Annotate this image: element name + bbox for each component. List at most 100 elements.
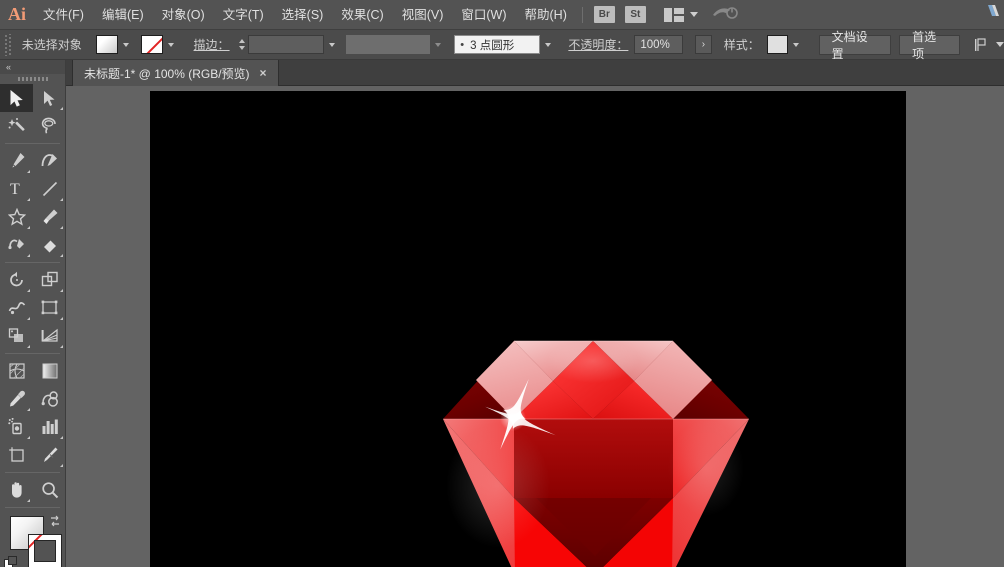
document-setup-button[interactable]: 文档设置 [818,30,892,61]
workspace-switcher-icon[interactable] [712,4,738,25]
graphic-style-dropdown[interactable] [788,35,805,54]
tools-panel-grip[interactable] [0,74,65,84]
slice-tool[interactable] [33,441,66,469]
stroke-weight-stepper[interactable] [236,35,249,54]
zoom-tool[interactable] [33,476,66,504]
app-logo-icon: Ai [8,4,26,24]
menu-help[interactable]: 帮助(H) [516,0,576,30]
menu-window[interactable]: 窗口(W) [452,0,515,30]
magic-wand-tool[interactable] [0,112,33,140]
menu-divider [581,6,583,23]
bridge-button[interactable]: Br [593,6,615,23]
stock-button[interactable]: St [624,6,646,23]
tools-divider [5,353,60,354]
hand-tool[interactable] [0,476,33,504]
eraser-tool[interactable] [33,231,66,259]
tools-panel: « T [0,60,66,567]
arrange-documents-button[interactable] [657,7,698,22]
tools-grid-2: T [0,147,65,259]
fill-stroke-proxy [0,512,65,567]
stroke-dropdown-button[interactable] [162,35,180,54]
menu-type[interactable]: 文字(T) [214,0,273,30]
tools-divider [5,143,60,144]
artboard[interactable] [150,91,906,567]
shape-tool[interactable] [0,203,33,231]
type-tool[interactable]: T [0,175,33,203]
menu-edit[interactable]: 编辑(E) [93,0,153,30]
rotate-tool[interactable] [0,266,33,294]
tools-divider [5,472,60,473]
brush-definition-value: 3 点圆形 [470,39,515,52]
menu-view[interactable]: 视图(V) [393,0,453,30]
menu-select[interactable]: 选择(S) [273,0,333,30]
blend-tool[interactable] [33,385,66,413]
close-icon[interactable]: × [260,67,267,79]
document-tab-bar: 未标题-1* @ 100% (RGB/预览) × [0,60,1004,86]
brush-definition-input[interactable]: • 3 点圆形 [454,35,540,54]
eyedropper-tool[interactable] [0,385,33,413]
collapse-icon: « [6,62,11,72]
align-to-pixel-grid-button[interactable] [974,37,1004,52]
artboard-tool[interactable] [0,441,33,469]
style-label: 样式： [723,38,760,52]
line-segment-tool[interactable] [33,175,66,203]
document-tab[interactable]: 未标题-1* @ 100% (RGB/预览) × [72,60,279,86]
stroke-weight-input[interactable] [248,35,325,54]
align-to-pixel-grid-icon [975,37,986,51]
column-graph-tool[interactable] [33,413,66,441]
pen-tool[interactable] [0,147,33,175]
lasso-tool[interactable] [33,112,66,140]
stroke-inner-box [34,540,56,562]
selection-tool[interactable] [0,84,33,112]
fill-swatch[interactable] [95,35,118,54]
fill-dropdown-button[interactable] [117,35,135,54]
menu-bar-edge-icon [986,4,1000,18]
perspective-grid-tool[interactable] [33,322,66,350]
opacity-label[interactable]: 不透明度： [568,36,628,53]
stroke-weight-dropdown[interactable] [324,35,341,54]
tools-divider [5,507,60,508]
tools-grid-4 [0,357,65,469]
symbol-sprayer-tool[interactable] [0,413,33,441]
scale-tool[interactable] [33,266,66,294]
stroke-profile-input[interactable] [346,35,431,54]
shaper-tool[interactable] [0,231,33,259]
tools-divider [5,262,60,263]
menu-file[interactable]: 文件(F) [34,0,93,30]
default-fill-stroke-icon[interactable] [4,556,19,567]
tools-grid-3 [0,266,65,350]
stroke-control[interactable] [140,35,180,54]
chevron-down-icon [689,12,698,17]
control-bar-grip[interactable] [4,33,13,56]
tools-panel-collapse[interactable]: « [0,60,65,74]
menu-bar: Ai 文件(F) 编辑(E) 对象(O) 文字(T) 选择(S) 效果(C) 视… [0,0,1004,30]
selection-status-label: 未选择对象 [21,38,82,52]
mesh-tool[interactable] [0,357,33,385]
menu-object[interactable]: 对象(O) [153,0,214,30]
opacity-input[interactable]: 100% [634,35,684,54]
paintbrush-tool[interactable] [33,203,66,231]
free-transform-tool[interactable] [33,294,66,322]
fill-control[interactable] [95,35,135,54]
brush-definition-dropdown[interactable] [539,35,557,54]
red-diamond-gem[interactable] [150,91,906,567]
tools-grid-5 [0,476,65,504]
gradient-tool[interactable] [33,357,66,385]
arrange-documents-icon [663,7,684,22]
opacity-expand-button[interactable]: › [695,35,712,54]
stroke-profile-dropdown[interactable] [430,35,447,54]
swap-fill-stroke-icon[interactable] [48,514,61,527]
shape-builder-tool[interactable] [0,322,33,350]
preferences-button[interactable]: 首选项 [899,30,960,61]
control-bar: 未选择对象 描边： • 3 点圆形 不透明度： 100% › 样式： 文档设置 … [0,30,1004,61]
illustrator-window: Ai 文件(F) 编辑(E) 对象(O) 文字(T) 选择(S) 效果(C) 视… [0,0,1004,567]
stroke-weight-label[interactable]: 描边： [194,36,230,53]
svg-text:T: T [10,181,20,198]
curvature-tool[interactable] [33,147,66,175]
canvas-area[interactable] [66,86,1004,567]
menu-effect[interactable]: 效果(C) [332,0,392,30]
direct-selection-tool[interactable] [33,84,66,112]
width-tool[interactable] [0,294,33,322]
graphic-style-swatch[interactable] [766,35,789,54]
stroke-swatch[interactable] [140,35,163,54]
